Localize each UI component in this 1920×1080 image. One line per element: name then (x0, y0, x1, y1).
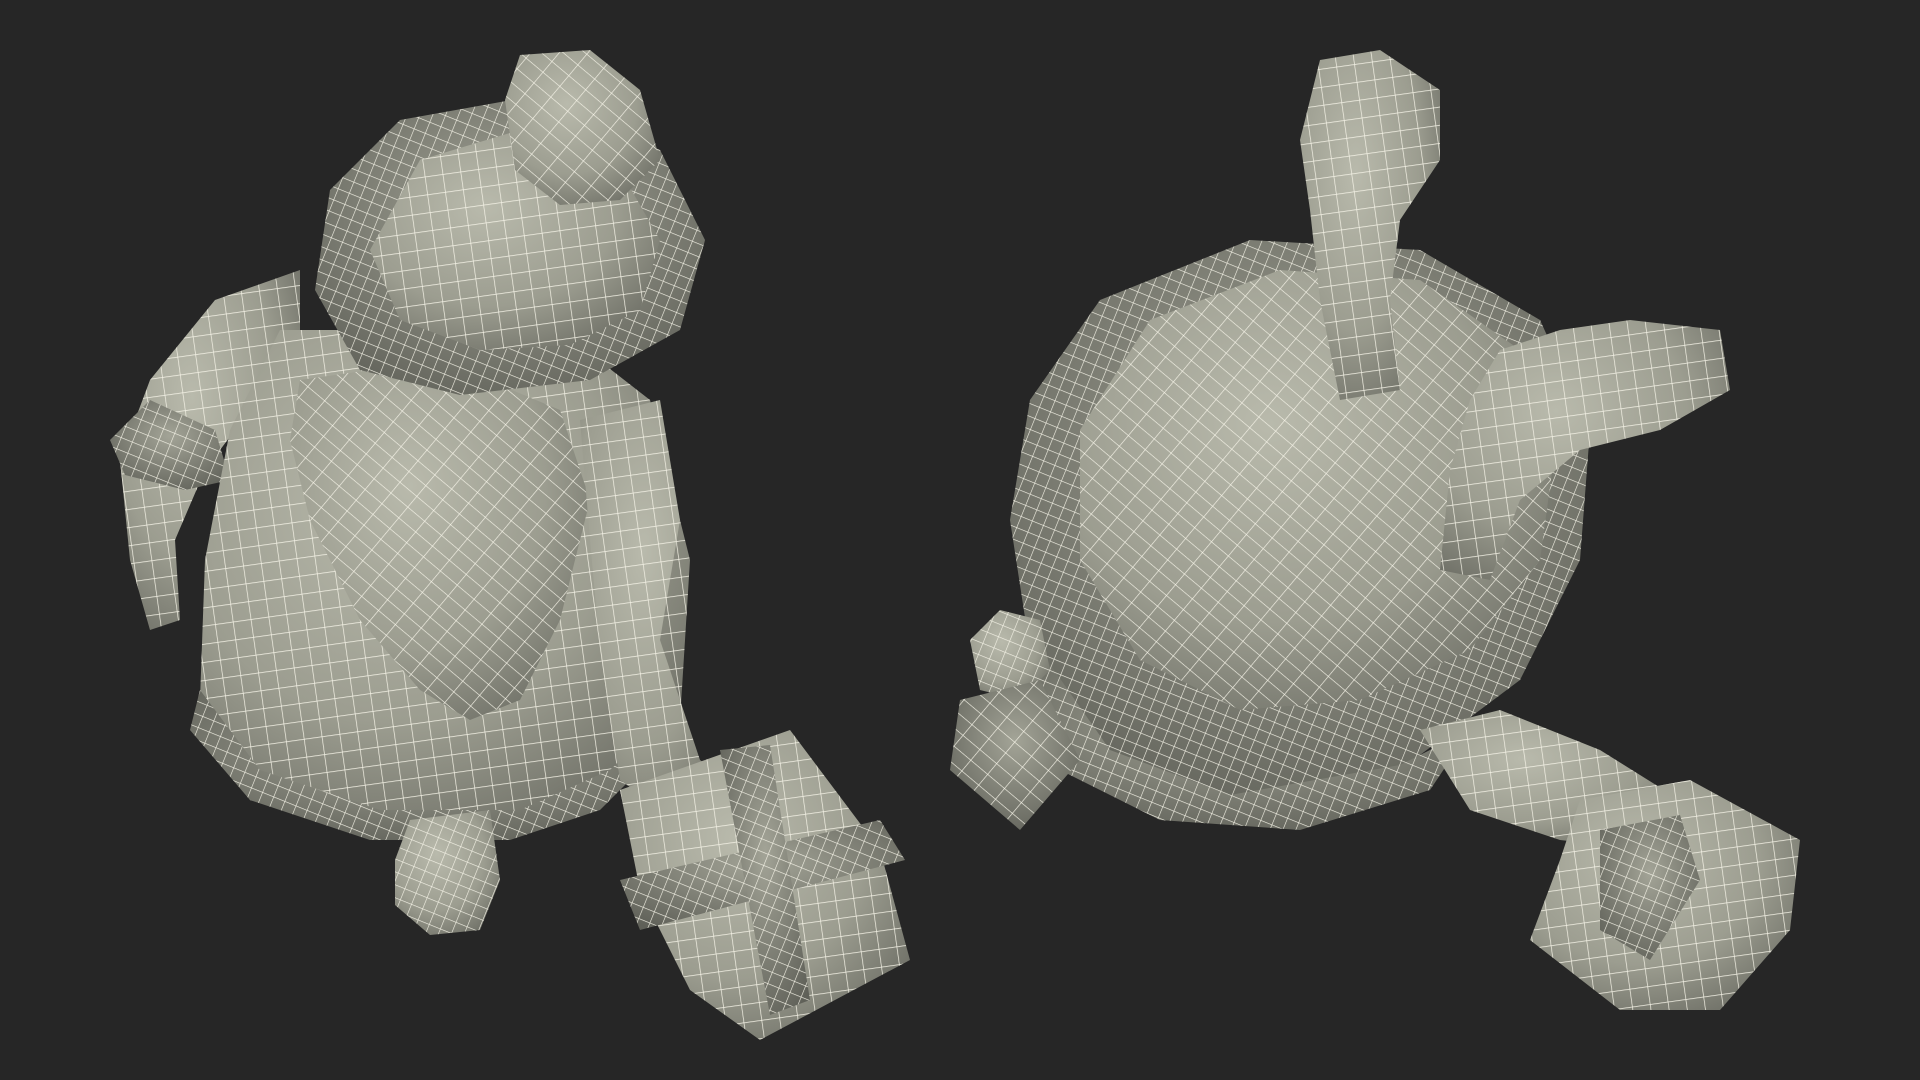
wireframe-render-canvas (110, 50, 1800, 1040)
hat-crown-mesh (370, 50, 660, 350)
gift-box-mesh (620, 730, 910, 1040)
santa-model-bottom-view (950, 50, 1800, 1010)
boot-mesh (395, 810, 500, 935)
santa-model-top-view (110, 50, 910, 1040)
